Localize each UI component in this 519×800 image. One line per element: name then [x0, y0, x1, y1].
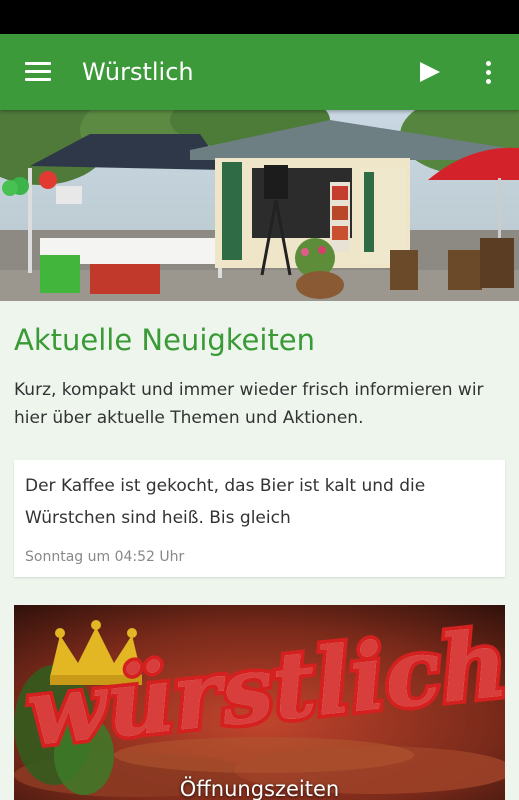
news-text: Der Kaffee ist gekocht, das Bier ist kal… [25, 476, 426, 528]
opening-hours-label: Öffnungszeiten [179, 777, 340, 800]
app-bar: Würstlich [0, 34, 519, 110]
wuerstlich-logo-banner: würstlich würstlich [14, 605, 505, 800]
news-intro: Kurz, kompakt und immer wieder frisch in… [14, 380, 484, 428]
more-vertical-icon [485, 60, 491, 66]
news-timestamp: Sonntag um 04:52 Uhr [25, 549, 185, 565]
opening-hours-card[interactable]: würstlich würstlich Öffnungszeiten [14, 605, 505, 800]
news-card[interactable]: Der Kaffee ist gekocht, das Bier ist kal… [14, 460, 505, 577]
play-icon [420, 62, 440, 82]
hero-image [0, 110, 519, 301]
menu-button[interactable] [16, 52, 60, 92]
hamburger-menu-icon [25, 62, 51, 82]
status-bar [0, 0, 519, 34]
news-heading: Aktuelle Neuigkeiten [14, 323, 316, 357]
more-options-button[interactable] [468, 52, 508, 92]
play-button[interactable] [408, 52, 452, 92]
app-title: Würstlich [82, 58, 194, 86]
